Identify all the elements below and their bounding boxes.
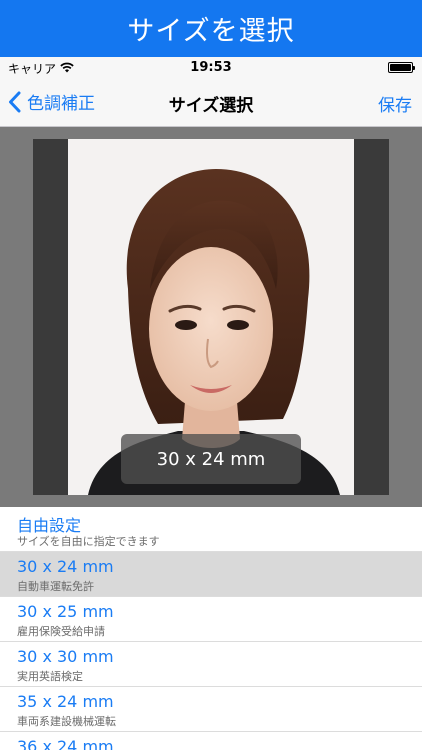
save-button[interactable]: 保存 xyxy=(378,91,412,116)
size-label-overlay: 30 x 24 mm xyxy=(121,434,301,484)
status-bar: キャリア 19:53 xyxy=(0,57,422,79)
list-item-subtitle: 実用英語検定 xyxy=(17,670,83,683)
list-item-title: 36 x 24 mm xyxy=(17,737,114,750)
list-item-36x24[interactable]: 36 x 24 mm xyxy=(0,732,422,750)
battery-icon xyxy=(388,62,415,73)
list-item-subtitle: サイズを自由に指定できます xyxy=(17,535,160,548)
list-item-title: 30 x 25 mm xyxy=(17,602,114,621)
photo-preview-area: 30 x 24 mm xyxy=(0,127,422,507)
list-item-title: 30 x 24 mm xyxy=(17,557,114,576)
list-item-free-setting[interactable]: 自由設定 サイズを自由に指定できます xyxy=(0,507,422,552)
list-item-subtitle: 自動車運転免許 xyxy=(17,580,94,593)
navigation-bar: 色調補正 サイズ選択 保存 xyxy=(0,79,422,127)
banner-title: サイズを選択 xyxy=(127,16,295,47)
size-option-list: 自由設定 サイズを自由に指定できます 30 x 24 mm 自動車運転免許 30… xyxy=(0,507,422,750)
list-item-30x30[interactable]: 30 x 30 mm 実用英語検定 xyxy=(0,642,422,687)
list-item-30x24[interactable]: 30 x 24 mm 自動車運転免許 xyxy=(0,552,422,597)
list-item-title: 35 x 24 mm xyxy=(17,692,114,711)
status-time: 19:53 xyxy=(190,60,232,75)
list-item-title: 30 x 30 mm xyxy=(17,647,114,666)
list-item-subtitle: 車両系建設機械運転 xyxy=(17,715,116,728)
promo-banner: サイズを選択 xyxy=(0,0,422,57)
list-item-subtitle: 雇用保険受給申請 xyxy=(17,625,105,638)
list-item-30x25[interactable]: 30 x 25 mm 雇用保険受給申請 xyxy=(0,597,422,642)
page-title: サイズ選択 xyxy=(168,96,254,116)
list-item-35x24[interactable]: 35 x 24 mm 車両系建設機械運転 xyxy=(0,687,422,732)
